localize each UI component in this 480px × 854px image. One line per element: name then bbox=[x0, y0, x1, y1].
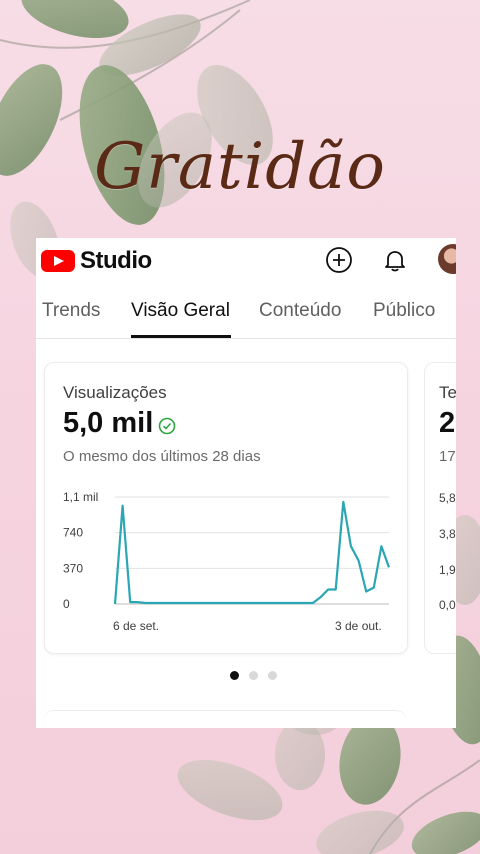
metric-value: 2 bbox=[439, 407, 456, 439]
x-tick-label: 6 de set. bbox=[113, 619, 159, 633]
y-tick-label: 5,8 bbox=[439, 491, 456, 505]
bell-icon[interactable] bbox=[381, 246, 409, 274]
views-line-chart: 1,1 mil 740 370 0 6 de set. 3 de out. bbox=[63, 490, 391, 633]
y-tick-label: 3,8 bbox=[439, 527, 456, 541]
carousel-dot[interactable] bbox=[230, 671, 239, 680]
carousel-pagination bbox=[230, 671, 277, 680]
create-plus-icon[interactable] bbox=[325, 246, 353, 274]
views-metric-card[interactable]: Visualizações 5,0 mil O mesmo dos último… bbox=[44, 362, 408, 654]
y-tick-label: 370 bbox=[63, 561, 83, 575]
secondary-metric-card[interactable]: Te 2 17 5,8 3,8 1,9 0,0 bbox=[424, 362, 456, 654]
youtube-studio-logo[interactable]: Studio bbox=[41, 246, 152, 276]
next-card-edge bbox=[44, 710, 406, 728]
y-tick-label: 740 bbox=[63, 526, 83, 540]
avatar[interactable] bbox=[438, 244, 456, 274]
app-name: Studio bbox=[80, 247, 152, 274]
youtube-play-icon bbox=[41, 250, 75, 272]
active-tab-indicator bbox=[131, 335, 231, 338]
overlay-title: Gratidão bbox=[94, 130, 386, 204]
metric-label: Te bbox=[439, 383, 456, 402]
carousel-dot[interactable] bbox=[249, 671, 258, 680]
series-line bbox=[113, 500, 391, 605]
y-tick-label: 0 bbox=[63, 597, 70, 611]
y-tick-label: 0,0 bbox=[439, 598, 456, 612]
tab-trends[interactable]: Trends bbox=[42, 300, 100, 322]
tab-bar: Trends Visão Geral Conteúdo Público bbox=[36, 290, 456, 339]
metric-comparison: 17 bbox=[439, 448, 456, 465]
carousel-dot[interactable] bbox=[268, 671, 277, 680]
studio-screen: Studio Trends Visão Geral Conteúdo Públi… bbox=[36, 238, 456, 728]
y-tick-label: 1,9 bbox=[439, 563, 456, 577]
top-app-bar: Studio bbox=[36, 238, 456, 284]
tab-conteudo[interactable]: Conteúdo bbox=[259, 300, 341, 322]
y-tick-label: 1,1 mil bbox=[63, 490, 98, 504]
tab-publico[interactable]: Público bbox=[373, 300, 435, 322]
x-tick-label: 3 de out. bbox=[335, 619, 382, 633]
tab-visao-geral[interactable]: Visão Geral bbox=[131, 300, 230, 322]
